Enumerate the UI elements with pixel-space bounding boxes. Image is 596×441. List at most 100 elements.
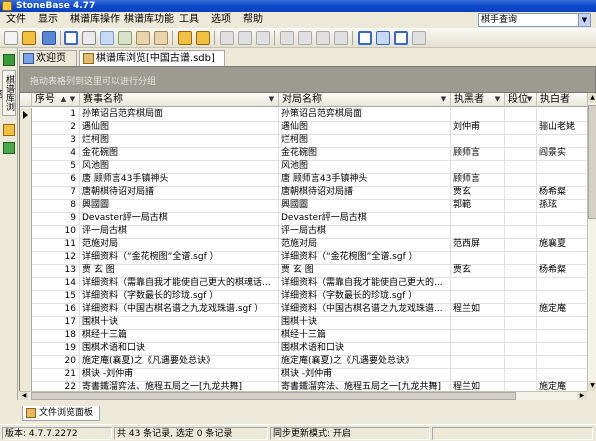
save-icon[interactable] [42,31,56,45]
cell-black[interactable]: 范西屏 [451,238,505,252]
cell-white[interactable]: 孫玹 [537,199,587,213]
cell-event[interactable]: 孙策诏吕范弈棋局面 [80,108,279,122]
scroll-thumb[interactable] [588,105,596,219]
cell-white[interactable]: 施定庵 [537,381,587,391]
cell-white[interactable] [537,342,587,356]
row-selector[interactable] [20,303,32,317]
scroll-left-icon[interactable]: ◀ [19,392,29,400]
row-selector[interactable] [20,121,32,135]
column-header-event[interactable]: 赛事名称 ▼ [80,93,279,107]
cell-index[interactable]: 13 [32,264,80,278]
cell-event[interactable]: 评一局古棋 [80,225,279,239]
copy-icon[interactable] [238,31,252,45]
cell-black[interactable] [451,368,505,382]
star-icon[interactable] [3,124,15,136]
cell-event[interactable]: 详细资料（需靠自我才能使自己更大的棋魂话... [80,277,279,291]
cell-game[interactable]: 唐朝棋待诏对局譜 [279,186,451,200]
cell-rank[interactable] [505,381,537,391]
cell-white[interactable] [537,277,587,291]
cell-game[interactable]: 寄書鐵溜弈法、施程五局之一[九龙共舞] [279,381,451,391]
cell-black[interactable] [451,290,505,304]
cell-event[interactable]: 范施对局 [80,238,279,252]
cell-white[interactable] [537,316,587,330]
cell-rank[interactable] [505,368,537,382]
cell-white[interactable] [537,290,587,304]
grid-view-icon[interactable] [64,31,78,45]
filter-dropdown-icon[interactable]: ▼ [525,95,534,104]
cell-rank[interactable] [505,303,537,317]
cell-rank[interactable] [505,342,537,356]
row-selector[interactable] [20,342,32,356]
panel-layout-icon[interactable] [358,31,372,45]
table-row[interactable]: 15 详细资料（字数最长的珍珑.sgf ）详细资料（字数最长的珍珑.sgf ） [20,290,587,304]
row-selector[interactable] [20,160,32,174]
cell-rank[interactable] [505,277,537,291]
cell-white[interactable] [537,329,587,343]
cell-black[interactable]: 顾师言 [451,173,505,187]
cell-index[interactable]: 6 [32,173,80,187]
cell-white[interactable] [537,225,587,239]
cell-game[interactable]: 施定庵(襄夏)之《凡遇要处总诀》 [279,355,451,369]
cell-index[interactable]: 15 [32,290,80,304]
cell-game[interactable]: 详细资料（字数最长的珍珑.sgf ） [279,290,451,304]
current-row-indicator[interactable] [20,108,32,122]
table-row[interactable]: 21 棋诀 -刘仲甫 棋诀 -刘仲甫 [20,368,587,382]
redo-icon[interactable] [316,31,330,45]
cell-event[interactable]: 遇仙图 [80,121,279,135]
table-row[interactable]: 9 Devaster評一局古棋 Devaster評一局古棋 [20,212,587,226]
cell-event[interactable]: 烂柯图 [80,134,279,148]
cell-black[interactable] [451,160,505,174]
cell-event[interactable]: 施定庵(襄夏)之《凡遇要处总诀》 [80,355,279,369]
open-folder-icon[interactable] [22,31,36,45]
cell-game[interactable]: 详细资料（需靠自我才能使自己更大的... [279,277,451,291]
cell-rank[interactable] [505,329,537,343]
cell-black[interactable]: 程兰如 [451,303,505,317]
cell-game[interactable]: 孙策诏吕范弈棋局面 [279,108,451,122]
cell-white[interactable] [537,108,587,122]
cell-rank[interactable] [505,264,537,278]
cell-index[interactable]: 11 [32,238,80,252]
folder-icon[interactable] [178,31,192,45]
export-icon[interactable] [154,31,168,45]
cell-event[interactable]: 興國圖 [80,199,279,213]
cell-event[interactable]: 围棋术语和口诀 [80,342,279,356]
column-header-rank[interactable]: 段位 ▼ [505,93,537,107]
horizontal-scrollbar[interactable]: ◀ ▶ [19,391,587,400]
row-selector[interactable] [20,225,32,239]
table-row[interactable]: 11 范施对局 范施对局 范西屏 施襄夏 [20,238,587,252]
folder-tree-icon[interactable] [196,31,210,45]
cell-event[interactable]: 风池图 [80,160,279,174]
cell-rank[interactable] [505,121,537,135]
cell-game[interactable]: 贾 玄 图 [279,264,451,278]
row-selector[interactable] [20,277,32,291]
cell-game[interactable]: 金花碗图 [279,147,451,161]
table-row[interactable]: 20 施定庵(襄夏)之《凡遇要处总诀》 施定庵(襄夏)之《凡遇要处总诀》 [20,355,587,369]
filter-dropdown-icon[interactable]: ▼ [68,95,77,104]
sort-icon[interactable] [100,31,114,45]
scroll-down-icon[interactable]: ▼ [588,381,596,391]
cell-game[interactable]: 棋诀 -刘仲甫 [279,368,451,382]
cell-event[interactable]: Devaster評一局古棋 [80,212,279,226]
cell-event[interactable]: 唐朝棋待诏对局譜 [80,186,279,200]
cell-index[interactable]: 10 [32,225,80,239]
list-layout-icon[interactable] [376,31,390,45]
split-layout-icon[interactable] [394,31,408,45]
cell-white[interactable] [537,212,587,226]
table-row[interactable]: 14 详细资料（需靠自我才能使自己更大的棋魂话... 详细资料（需靠自我才能使自己更… [20,277,587,291]
table-row[interactable]: 4 金花碗图 金花碗图 顾师言 阎景实 [20,147,587,161]
cell-index[interactable]: 4 [32,147,80,161]
cell-rank[interactable] [505,147,537,161]
table-row[interactable]: 17 围棋十诀 围棋十诀 [20,316,587,330]
cell-white[interactable]: 骊山老姥 [537,121,587,135]
cell-white[interactable] [537,368,587,382]
cell-index[interactable]: 7 [32,186,80,200]
cell-game[interactable]: 唐 顾师言43手镇神头 [279,173,451,187]
filter-dropdown-icon[interactable]: ▼ [267,95,276,104]
cell-black[interactable]: 程兰如 [451,381,505,391]
cut-icon[interactable] [220,31,234,45]
column-header-index[interactable]: 序号 ▲ ▼ [32,93,80,107]
cell-index[interactable]: 2 [32,121,80,135]
cell-index[interactable]: 17 [32,316,80,330]
import-icon[interactable] [136,31,150,45]
row-selector[interactable] [20,264,32,278]
